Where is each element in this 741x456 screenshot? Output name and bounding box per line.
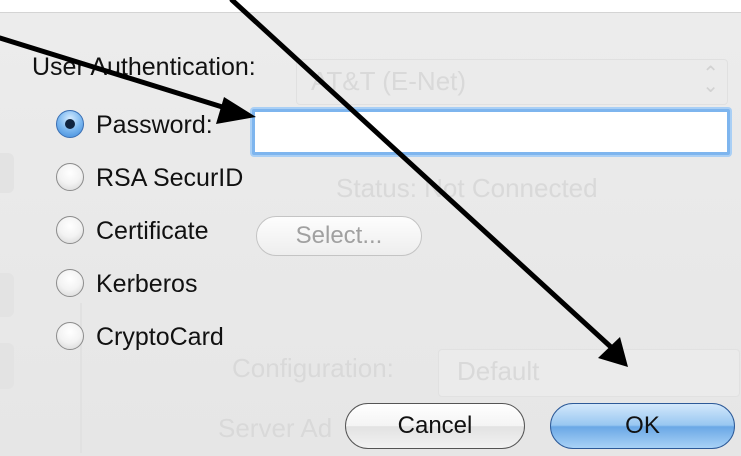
arrow-to-password-line xyxy=(0,35,235,113)
arrow-to-ok-line xyxy=(229,0,615,351)
annotation-arrows xyxy=(0,0,628,367)
arrow-to-password-head xyxy=(216,97,256,124)
